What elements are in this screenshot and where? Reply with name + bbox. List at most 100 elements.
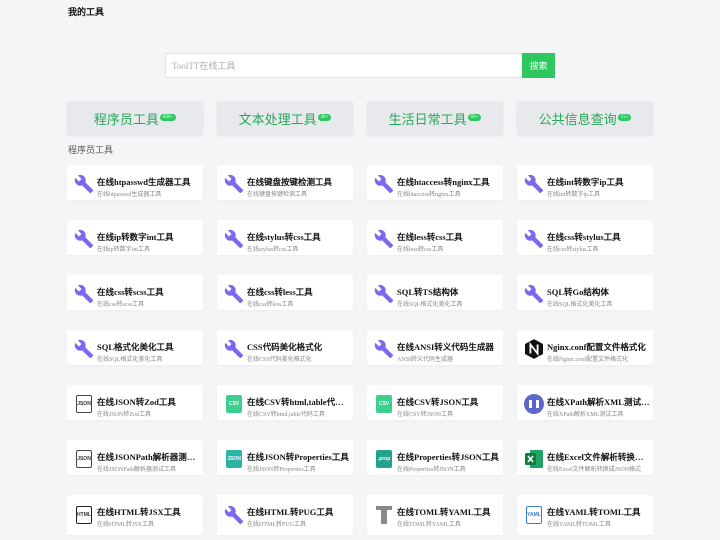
wrench-icon	[374, 174, 394, 194]
category-tab-public-info[interactable]: 公共信息查询 15+	[517, 101, 653, 135]
tool-title: 在线css转less工具	[247, 287, 313, 297]
tool-title: SQL格式化美化工具	[97, 342, 174, 352]
tool-card[interactable]: 在线TOML转YAML工具 在线TOML转YAML工具	[367, 495, 503, 535]
tool-card[interactable]: 在线ANSI转义代码生成器 ANSI转义代码生成器	[367, 330, 503, 365]
tool-card[interactable]: 在线Excel文件解析转换成JSON格式在线Excel文件解析转换成JSON格式	[517, 440, 653, 475]
tool-subtitle: 在线YAML转TOML工具	[547, 522, 611, 528]
tool-title: 在线YAML转TOML工具	[547, 507, 641, 517]
tool-subtitle: 在线TOML转YAML工具	[397, 522, 461, 528]
tool-card[interactable]: 在线ip转数字int工具 在线ip转数字int工具	[67, 220, 203, 255]
csv-icon: CSV	[374, 394, 394, 414]
tool-card[interactable]: HTML 在线HTML转JSX工具 在线HTML转JSX工具	[67, 495, 203, 535]
wrench-icon	[224, 284, 244, 304]
tool-card[interactable]: SQL转Go结构体在线SQL格式化美化工具	[517, 275, 653, 310]
tool-title: 在线int转数字ip工具	[547, 177, 624, 187]
tool-subtitle: 在线JSON转Zod工具	[97, 412, 152, 418]
tool-subtitle: 在线htpasswd生成器工具	[97, 192, 162, 198]
tool-title: 在线ANSI转义代码生成器	[397, 342, 494, 352]
tool-card[interactable]: 在线键盘按键检测工具 在线键盘按键检测工具	[217, 165, 353, 200]
wrench-icon	[224, 174, 244, 194]
nginx-icon	[524, 339, 544, 359]
tool-subtitle: 在线HTML转PUG工具	[247, 522, 307, 528]
tool-subtitle: 在线CSS代码美化格式化	[247, 357, 312, 363]
tool-card[interactable]: 在线int转数字ip工具 在线int转数字ip工具	[517, 165, 653, 200]
tool-title: 在线css转stylus工具	[547, 232, 621, 242]
tool-card[interactable]: 在线less转css工具 在线less转css工具	[367, 220, 503, 255]
search-button[interactable]: 搜索	[522, 53, 555, 78]
tool-title: Nginx.conf配置文件格式化	[547, 342, 646, 352]
category-tab-text[interactable]: 文本处理工具 40+	[217, 101, 353, 135]
tool-subtitle: 在线css转less工具	[247, 302, 294, 308]
tool-subtitle: 在线htaccess转nginx工具	[397, 192, 461, 198]
wrench-icon	[374, 284, 394, 304]
tool-subtitle: 在线Properties转JSON工具	[397, 467, 466, 473]
wrench-icon	[224, 339, 244, 359]
tool-card[interactable]: CSS代码美化格式化 在线CSS代码美化格式化	[217, 330, 353, 365]
wrench-icon	[224, 229, 244, 249]
site-brand[interactable]: 我的工具	[68, 5, 104, 18]
html-icon: HTML	[74, 505, 94, 525]
tool-card[interactable]: JSON 在线JSONPath解析器测试工具 在线JSONPath解析器测试工具	[67, 440, 203, 475]
category-count-badge: 40+	[317, 113, 332, 121]
tool-title: 在线stylus转css工具	[247, 232, 321, 242]
tool-title: 在线键盘按键检测工具	[247, 177, 333, 187]
tool-card[interactable]: 在线css转less工具 在线css转less工具	[217, 275, 353, 310]
tool-title: SQL转Go结构体	[547, 287, 609, 297]
tool-card[interactable]: YAML 在线YAML转TOML工具 在线YAML转TOML工具	[517, 495, 653, 535]
tool-card[interactable]: 在线stylus转css工具 在线stylus转css工具	[217, 220, 353, 255]
xpath-icon	[524, 394, 544, 414]
tool-title: 在线htaccess转nginx工具	[397, 177, 490, 187]
tool-subtitle: 在线JSON转Properties工具	[247, 467, 316, 473]
tool-card[interactable]: SQL转TS结构体在线SQL格式化美化工具	[367, 275, 503, 310]
tool-title: SQL转TS结构体	[397, 287, 459, 297]
wrench-icon	[524, 284, 544, 304]
tool-card[interactable]: .prop 在线Properties转JSON工具 在线Properties转JSO…	[367, 440, 503, 475]
tool-subtitle: 在线键盘按键检测工具	[247, 192, 308, 198]
tool-title: 在线HTML转JSX工具	[97, 507, 181, 517]
search-input[interactable]	[165, 53, 522, 78]
tool-card[interactable]: JSON 在线JSON转Zod工具 在线JSON转Zod工具	[67, 385, 203, 420]
tool-card[interactable]: 在线css转stylus工具 在线css转stylus工具	[517, 220, 653, 255]
category-tab-programmer[interactable]: 程序员工具 600+	[67, 101, 203, 135]
search-bar: 搜索	[165, 53, 555, 78]
tool-subtitle: 在线Excel文件解析转换成JSON格式	[547, 467, 641, 473]
tool-card[interactable]: CSV 在线CSV转JSON工具 在线CSV转JSON工具	[367, 385, 503, 420]
tool-card[interactable]: 在线XPath解析XML测试工具 在线XPath解析XML测试工具	[517, 385, 653, 420]
tool-card[interactable]: 在线htpasswd生成器工具 在线htpasswd生成器工具	[67, 165, 203, 200]
tool-subtitle: 在线stylus转css工具	[247, 247, 299, 253]
tool-subtitle: ANSI转义代码生成器	[397, 357, 454, 363]
tool-subtitle: 在线SQL格式化美化工具	[397, 302, 463, 308]
tool-title: 在线JSONPath解析器测试工具	[97, 452, 201, 462]
category-count-badge: 60+	[467, 113, 482, 121]
tool-subtitle: 在线SQL格式化美化工具	[97, 357, 163, 363]
wrench-icon	[524, 229, 544, 249]
category-tab-daily[interactable]: 生活日常工具 60+	[367, 101, 503, 135]
tool-card[interactable]: JSON 在线JSON转Properties工具 在线JSON转Properties…	[217, 440, 353, 475]
category-tabs: 程序员工具 600+ 文本处理工具 40+ 生活日常工具 60+ 公共信息查询 15+	[67, 101, 653, 135]
category-label: 程序员工具	[93, 111, 159, 127]
tool-title: 在线Excel文件解析转换成JSON格式	[547, 452, 651, 462]
tool-subtitle: 在线css转stylus工具	[547, 247, 599, 253]
tool-title: 在线CSV转html,table代码工具	[247, 397, 351, 407]
wrench-icon	[74, 174, 94, 194]
tool-card[interactable]: CSV 在线CSV转html,table代码工具 在线CSV转html,table代…	[217, 385, 353, 420]
tool-card[interactable]: SQL格式化美化工具在线SQL格式化美化工具	[67, 330, 203, 365]
wrench-icon	[74, 339, 94, 359]
json-icon: JSON	[224, 449, 244, 469]
category-label: 生活日常工具	[388, 111, 467, 127]
tool-subtitle: 在线CSV转html,table代码工具	[247, 412, 325, 418]
wrench-icon	[374, 229, 394, 249]
tool-card[interactable]: 在线htaccess转nginx工具 在线htaccess转nginx工具	[367, 165, 503, 200]
tool-title: 在线TOML转YAML工具	[397, 507, 491, 517]
section-title: 程序员工具	[68, 145, 114, 155]
category-count-badge: 15+	[617, 113, 632, 121]
wrench-icon	[374, 339, 394, 359]
tool-subtitle: 在线HTML转JSX工具	[97, 522, 155, 528]
tool-card[interactable]: Nginx.conf配置文件格式化 在线Nginx.conf配置文件格式化	[517, 330, 653, 365]
wrench-icon	[74, 284, 94, 304]
tool-card[interactable]: 在线HTML转PUG工具 在线HTML转PUG工具	[217, 495, 353, 535]
tool-subtitle: 在线SQL格式化美化工具	[547, 302, 613, 308]
wrench-icon	[74, 229, 94, 249]
tool-title: 在线JSON转Zod工具	[97, 397, 176, 407]
tool-card[interactable]: 在线css转scss工具 在线css转scss工具	[67, 275, 203, 310]
